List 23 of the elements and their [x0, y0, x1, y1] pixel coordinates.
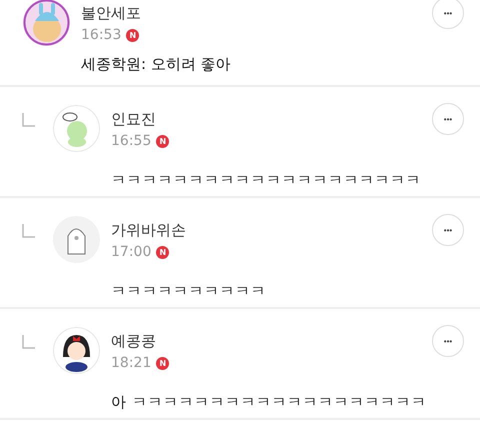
author-name[interactable]: 예콩콩	[111, 330, 432, 352]
reply-indent-icon	[22, 224, 36, 238]
comment-text: 아 ㅋㅋㅋㅋㅋㅋㅋㅋㅋㅋㅋㅋㅋㅋㅋㅋㅋㅋㅋ	[111, 392, 428, 413]
author-name[interactable]: 불안세포	[81, 2, 432, 24]
comment-time: 16:53	[81, 26, 122, 45]
new-badge: N	[156, 134, 170, 148]
more-button[interactable]: •••	[432, 325, 464, 357]
author-name[interactable]: 인묘진	[111, 108, 432, 130]
reply-indent-icon	[22, 335, 36, 349]
comment-text: ㅋㅋㅋㅋㅋㅋㅋㅋㅋㅋㅋㅋㅋㅋㅋㅋㅋㅋㅋㅋ	[111, 170, 422, 191]
comment-time: 16:55	[111, 132, 152, 151]
comment-text: ㅋㅋㅋㅋㅋㅋㅋㅋㅋㅋ	[111, 281, 267, 302]
comment-time: 18:21	[111, 354, 152, 373]
author-name[interactable]: 가위바위손	[111, 219, 432, 241]
new-badge: N	[156, 246, 170, 258]
new-badge: N	[126, 28, 140, 42]
more-button[interactable]: •••	[432, 103, 464, 135]
new-badge: N	[156, 356, 170, 370]
comment-time: 17:00	[111, 243, 152, 262]
more-button[interactable]: •••	[432, 214, 464, 246]
more-button[interactable]: •••	[432, 0, 464, 29]
comment-text: 세종학원: 오히려 좋아	[81, 54, 232, 75]
reply-indent-icon	[22, 113, 36, 127]
